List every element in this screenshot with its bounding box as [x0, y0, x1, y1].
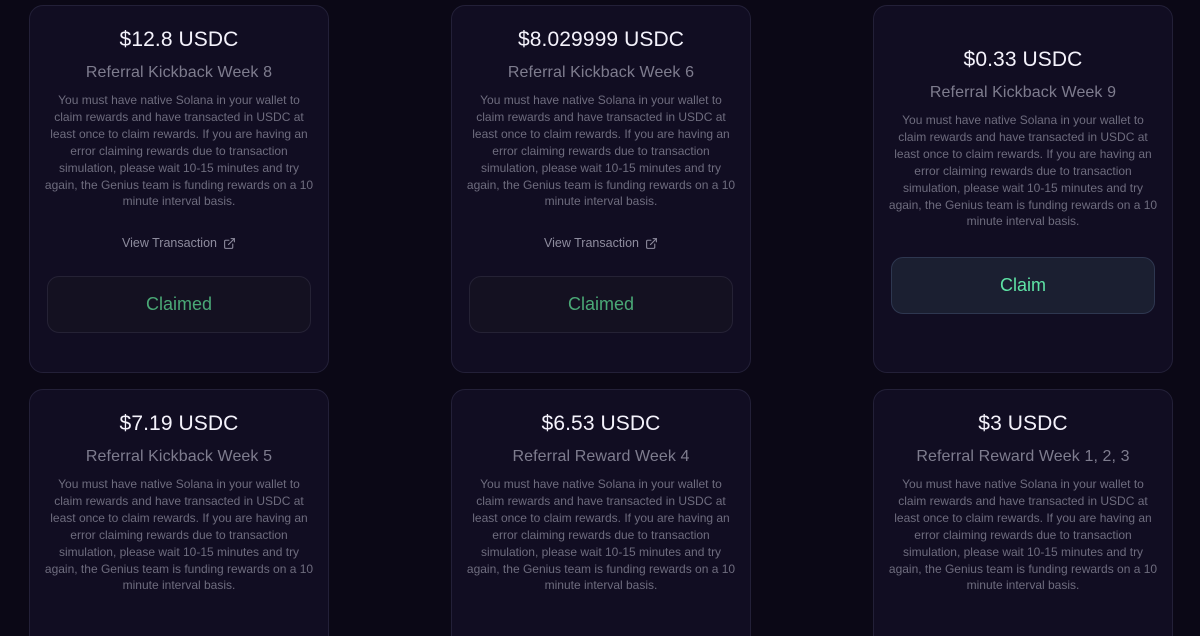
- reward-description: You must have native Solana in your wall…: [44, 477, 314, 593]
- reward-title: Referral Kickback Week 8: [85, 64, 273, 81]
- rewards-page: $12.8 USDC Referral Kickback Week 8 You …: [0, 0, 1200, 636]
- reward-amount: $8.029999 USDC: [517, 28, 684, 51]
- claim-button[interactable]: Claim: [891, 257, 1155, 315]
- reward-card: $6.53 USDC Referral Reward Week 4 You mu…: [451, 389, 751, 636]
- reward-description: You must have native Solana in your wall…: [466, 477, 736, 593]
- external-link-icon: [645, 237, 658, 250]
- reward-card: $0.33 USDC Referral Kickback Week 9 You …: [873, 5, 1173, 373]
- reward-amount: $0.33 USDC: [963, 48, 1083, 71]
- reward-description: You must have native Solana in your wall…: [44, 93, 314, 209]
- view-transaction-label: View Transaction: [544, 236, 639, 251]
- reward-amount: $6.53 USDC: [541, 412, 661, 435]
- reward-description: You must have native Solana in your wall…: [466, 93, 736, 209]
- reward-amount: $12.8 USDC: [119, 28, 239, 51]
- reward-title: Referral Reward Week 1, 2, 3: [916, 448, 1130, 465]
- reward-card: $3 USDC Referral Reward Week 1, 2, 3 You…: [873, 389, 1173, 636]
- external-link-icon: [223, 237, 236, 250]
- reward-description: You must have native Solana in your wall…: [888, 477, 1158, 593]
- reward-card: $7.19 USDC Referral Kickback Week 5 You …: [29, 389, 329, 636]
- view-transaction-link[interactable]: View Transaction: [544, 236, 658, 250]
- reward-title: Referral Kickback Week 6: [507, 64, 695, 81]
- reward-title: Referral Kickback Week 5: [85, 448, 273, 465]
- reward-title: Referral Reward Week 4: [512, 448, 690, 465]
- reward-description: You must have native Solana in your wall…: [888, 113, 1158, 229]
- reward-amount: $7.19 USDC: [119, 412, 239, 435]
- view-transaction-label: View Transaction: [122, 236, 217, 251]
- claimed-button[interactable]: Claimed: [47, 276, 311, 334]
- view-transaction-link[interactable]: View Transaction: [122, 236, 236, 250]
- reward-card: $12.8 USDC Referral Kickback Week 8 You …: [29, 5, 329, 373]
- reward-card: $8.029999 USDC Referral Kickback Week 6 …: [451, 5, 751, 373]
- reward-title: Referral Kickback Week 9: [929, 84, 1117, 101]
- claimed-button[interactable]: Claimed: [469, 276, 733, 334]
- reward-amount: $3 USDC: [978, 412, 1068, 435]
